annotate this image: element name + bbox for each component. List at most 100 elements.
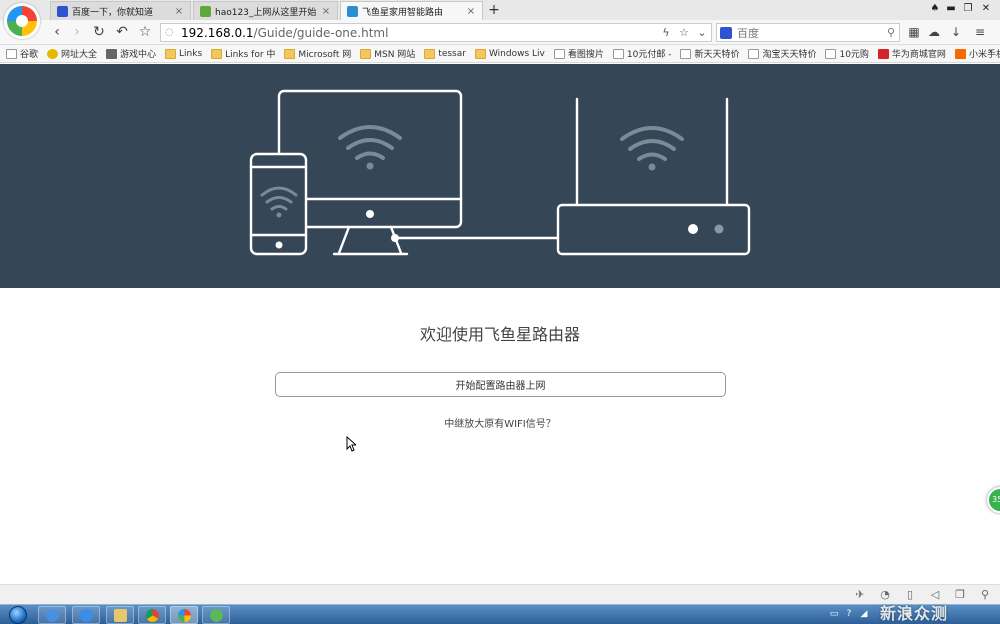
folder-icon	[284, 48, 296, 59]
browser-icon	[178, 609, 191, 622]
tab-hao123[interactable]: hao123_上网从这里开始 ×	[193, 1, 338, 20]
taskbar-app-active[interactable]	[170, 606, 198, 624]
tab-router[interactable]: 飞鱼星家用智能路由 ×	[340, 1, 483, 20]
reload-icon[interactable]: ↻	[90, 24, 108, 41]
bookmark-label: MSN 网站	[374, 50, 416, 60]
bookmark-item[interactable]: 新天天特价	[680, 47, 739, 60]
main-content: 欢迎使用飞鱼星路由器 开始配置路由器上网 中继放大原有WIFI信号？ 35	[0, 288, 1000, 584]
security-app-icon	[210, 609, 223, 622]
chrome-icon	[146, 609, 159, 622]
undo-close-icon[interactable]: ↶	[113, 24, 131, 41]
search-icon[interactable]: ⚲	[887, 25, 895, 41]
bookmark-item[interactable]: 谷歌	[6, 47, 38, 60]
devices-illustration	[249, 89, 751, 256]
help-icon[interactable]: ?	[843, 608, 855, 620]
page-icon	[680, 48, 692, 59]
new-tab-button[interactable]: +	[486, 1, 502, 19]
bookmark-item[interactable]: MSN 网站	[360, 47, 415, 60]
qq-icon	[46, 609, 59, 622]
page-title: 欢迎使用飞鱼星路由器	[419, 325, 580, 344]
windows-taskbar: ▭ ? ◢ ◉	[0, 604, 1000, 624]
back-icon[interactable]: ‹	[48, 24, 66, 41]
page-icon	[553, 48, 565, 59]
bookmark-item[interactable]: 小米手机官网	[954, 47, 1000, 60]
forward-icon[interactable]: ›	[68, 24, 86, 41]
folder-icon	[424, 48, 436, 59]
hao123-favicon-icon	[200, 5, 211, 17]
minimize-icon[interactable]: ▬	[944, 2, 958, 16]
zoom-icon[interactable]: ⚲	[978, 588, 992, 602]
explorer-folder-icon	[114, 609, 127, 622]
bookmark-item[interactable]: Links	[165, 48, 203, 59]
pin-icon[interactable]: ✈	[853, 588, 867, 602]
taskbar-app[interactable]	[202, 606, 230, 624]
bookmark-label: 谷歌	[20, 50, 39, 60]
close-tab-icon[interactable]: ×	[466, 6, 476, 17]
page-icon	[612, 48, 624, 59]
tab-baidu[interactable]: 百度一下，你就知道 ×	[50, 1, 191, 20]
hero-banner	[0, 64, 1000, 288]
url-text: 192.168.0.1/Guide/guide-one.html	[181, 25, 388, 41]
close-window-icon[interactable]: ✕	[979, 2, 993, 16]
relay-wifi-link[interactable]: 中继放大原有WIFI信号？	[0, 415, 1000, 430]
taskbar-app[interactable]	[138, 606, 166, 624]
page-icon	[825, 48, 837, 59]
baidu-favicon-icon	[57, 5, 68, 17]
bookmark-item[interactable]: Links for 中	[211, 47, 275, 60]
download-icon[interactable]: ↓	[947, 24, 965, 41]
window-icon[interactable]: ❐	[953, 588, 967, 602]
browser-status-bar: ✈ ◔ ▯ ◁ ❐ ⚲	[0, 584, 1000, 604]
dropdown-chevron-icon[interactable]: ⌄	[695, 25, 709, 41]
address-bar[interactable]: ◌ 192.168.0.1/Guide/guide-one.html ϟ ☆ ⌄	[160, 23, 712, 42]
search-input[interactable]	[737, 25, 877, 41]
shirt-skin-icon[interactable]: ♠	[928, 2, 942, 16]
watermark-text: 新浪众测	[880, 604, 949, 623]
menu-icon[interactable]: ≡	[971, 24, 989, 41]
bookmark-item[interactable]: 网址大全	[47, 47, 97, 60]
maximize-icon[interactable]: ❐	[961, 2, 975, 16]
bookmark-item[interactable]: tessar	[424, 48, 466, 59]
folder-icon	[474, 48, 486, 59]
bookmark-label: tessar	[438, 48, 466, 59]
bookmarks-bar: 谷歌 网址大全 游戏中心 Links Links for 中 Microsoft…	[0, 45, 1000, 63]
phone-icon	[249, 152, 308, 256]
lightning-icon[interactable]: ϟ	[659, 25, 673, 41]
ie-icon	[80, 609, 93, 622]
keyboard-icon[interactable]: ▭	[828, 608, 840, 620]
network-icon[interactable]: ◢	[858, 608, 870, 620]
gamepad-icon	[106, 48, 118, 59]
taskbar-app[interactable]	[106, 606, 134, 624]
side-float-badge[interactable]: 35	[987, 487, 1000, 513]
close-tab-icon[interactable]: ×	[174, 6, 184, 17]
bookmark-item[interactable]: 10元购	[825, 47, 869, 60]
start-button[interactable]	[4, 606, 32, 624]
tab-title: hao123_上网从这里开始	[215, 7, 317, 18]
folder-icon	[211, 48, 223, 59]
bookmark-item[interactable]: Windows Liv	[474, 48, 545, 59]
taskbar-app[interactable]	[38, 606, 66, 624]
browser-logo-icon[interactable]	[4, 3, 40, 39]
search-box[interactable]: ⚲	[716, 23, 900, 42]
url-host: 192.168.0.1	[181, 26, 254, 40]
bookmark-label: Links	[179, 48, 203, 59]
wifi-icon	[620, 126, 684, 161]
bookmark-item[interactable]: 游戏中心	[106, 47, 156, 60]
bookmark-item[interactable]: 华为商城官网	[877, 47, 946, 60]
apps-grid-icon[interactable]: ▦	[905, 24, 923, 41]
tab-title: 百度一下，你就知道	[72, 7, 154, 18]
bookmark-item[interactable]: Microsoft 网	[284, 47, 351, 60]
start-setup-button[interactable]: 开始配置路由器上网	[275, 372, 726, 397]
favorite-star-icon[interactable]: ☆	[677, 25, 691, 41]
tab-strip: 百度一下，你就知道 × hao123_上网从这里开始 × 飞鱼星家用智能路由 ×…	[0, 0, 1000, 39]
bookmark-item[interactable]: 看图搜片	[553, 47, 604, 60]
close-tab-icon[interactable]: ×	[321, 6, 331, 17]
bookmark-item[interactable]: 10元付邮 -	[612, 47, 672, 60]
bookmark-item[interactable]: 淘宝天天特价	[748, 47, 816, 60]
bookmark-label: 新天天特价	[694, 50, 740, 60]
more-bookmarks-chevron-icon[interactable]: ›	[988, 46, 992, 57]
cloud-icon[interactable]: ☁	[925, 24, 943, 41]
taskbar-app[interactable]	[72, 606, 100, 624]
bookmark-star-icon[interactable]: ☆	[136, 24, 154, 41]
baidu-engine-icon[interactable]	[720, 27, 732, 39]
bookmark-label: 10元付邮 -	[626, 50, 672, 60]
